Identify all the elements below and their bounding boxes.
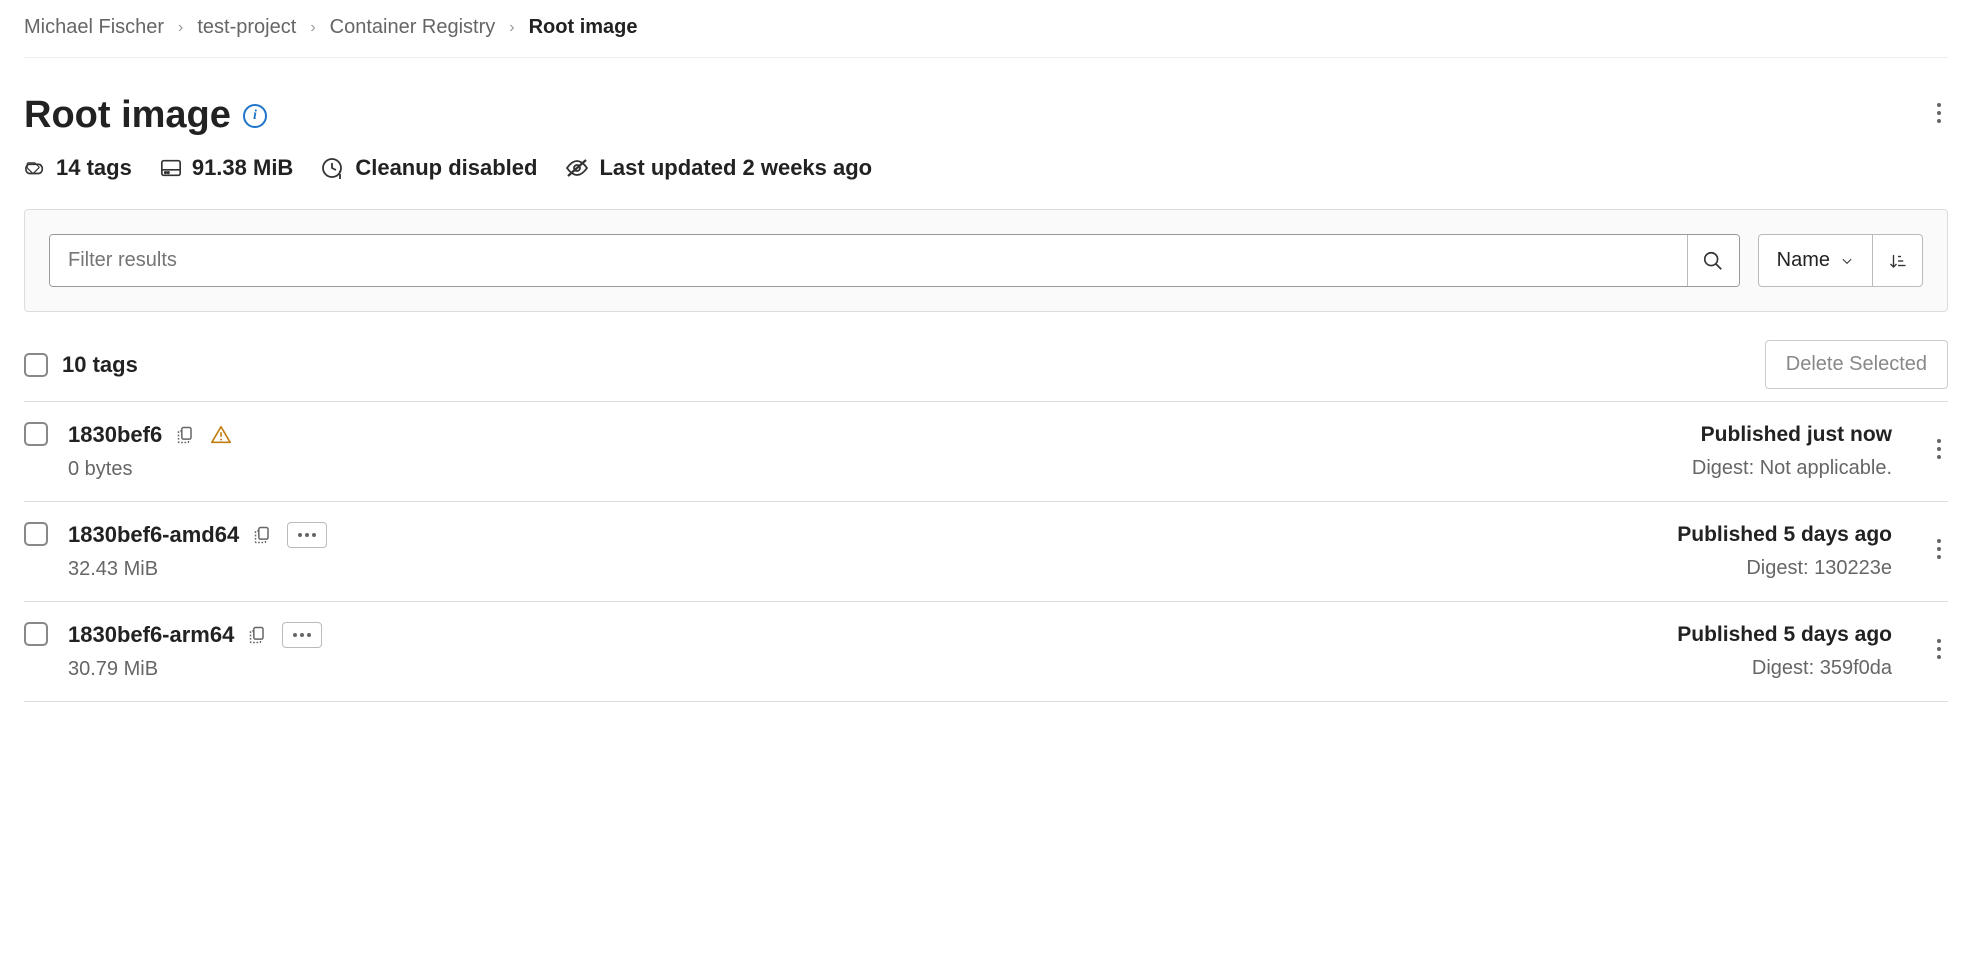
delete-selected-button[interactable]: Delete Selected	[1765, 340, 1948, 389]
cleanup-icon	[321, 156, 345, 180]
chevron-right-icon: ›	[310, 19, 315, 37]
tag-name[interactable]: 1830bef6-amd64	[68, 522, 239, 548]
breadcrumb-current: Root image	[529, 16, 638, 39]
table-row: 1830bef6-arm64 30.79 MiB Published 5 days …	[24, 602, 1948, 702]
chevron-right-icon: ›	[178, 19, 183, 37]
meta-tags-count: 14 tags	[56, 155, 132, 181]
meta-row: 14 tags 91.38 MiB Cleanup disabled Last …	[24, 145, 1948, 209]
tag-list: 1830bef6 0 bytes Published just now Digest:…	[24, 402, 1948, 702]
search-button[interactable]	[1687, 235, 1739, 286]
tag-name[interactable]: 1830bef6-arm64	[68, 622, 234, 648]
table-row: 1830bef6-amd64 32.43 MiB Published 5 days …	[24, 502, 1948, 602]
sort-group: Name	[1758, 234, 1923, 287]
copy-icon[interactable]	[176, 425, 196, 445]
sort-label: Name	[1777, 249, 1830, 272]
search-icon	[1702, 250, 1724, 272]
tag-icon	[24, 157, 46, 179]
breadcrumb-item[interactable]: test-project	[197, 16, 296, 39]
tag-published: Published just now	[1701, 423, 1892, 447]
tag-digest: Digest: 130223e	[1746, 557, 1892, 580]
sort-select[interactable]: Name	[1758, 234, 1873, 287]
more-badge[interactable]	[282, 622, 322, 648]
tag-size: 30.79 MiB	[68, 658, 322, 681]
row-actions-menu[interactable]	[1930, 432, 1948, 471]
meta-updated: Last updated 2 weeks ago	[599, 155, 872, 181]
row-checkbox[interactable]	[24, 522, 48, 546]
tag-digest: Digest: 359f0da	[1752, 657, 1892, 680]
filter-bar: Name	[24, 209, 1948, 312]
search-input[interactable]	[50, 235, 1687, 286]
copy-icon[interactable]	[248, 625, 268, 645]
row-actions-menu[interactable]	[1930, 632, 1948, 671]
eye-off-icon	[565, 156, 589, 180]
table-row: 1830bef6 0 bytes Published just now Digest:…	[24, 402, 1948, 502]
tag-published: Published 5 days ago	[1677, 623, 1892, 647]
search-wrap	[49, 234, 1740, 287]
chevron-right-icon: ›	[509, 19, 514, 37]
tag-size: 32.43 MiB	[68, 558, 327, 581]
chevron-down-icon	[1840, 254, 1854, 268]
tags-count-label: 10 tags	[62, 352, 138, 378]
page-header: Root image i	[24, 58, 1948, 145]
more-badge[interactable]	[287, 522, 327, 548]
meta-size: 91.38 MiB	[192, 155, 294, 181]
tag-digest: Digest: Not applicable.	[1692, 457, 1892, 480]
tag-size: 0 bytes	[68, 458, 232, 481]
breadcrumb: Michael Fischer › test-project › Contain…	[24, 0, 1948, 58]
select-all-checkbox[interactable]	[24, 353, 48, 377]
copy-icon[interactable]	[253, 525, 273, 545]
page-title: Root image	[24, 94, 231, 137]
info-icon[interactable]: i	[243, 104, 267, 128]
disk-icon	[160, 157, 182, 179]
tag-name[interactable]: 1830bef6	[68, 422, 162, 448]
sort-ascending-icon	[1889, 252, 1907, 270]
tag-published: Published 5 days ago	[1677, 523, 1892, 547]
row-checkbox[interactable]	[24, 622, 48, 646]
breadcrumb-item[interactable]: Container Registry	[330, 16, 496, 39]
row-actions-menu[interactable]	[1930, 532, 1948, 571]
breadcrumb-item[interactable]: Michael Fischer	[24, 16, 164, 39]
sort-direction-button[interactable]	[1873, 234, 1923, 287]
warning-icon	[210, 424, 232, 446]
list-header: 10 tags Delete Selected	[24, 312, 1948, 402]
meta-cleanup: Cleanup disabled	[355, 155, 537, 181]
page-actions-menu[interactable]	[1930, 96, 1948, 135]
row-checkbox[interactable]	[24, 422, 48, 446]
